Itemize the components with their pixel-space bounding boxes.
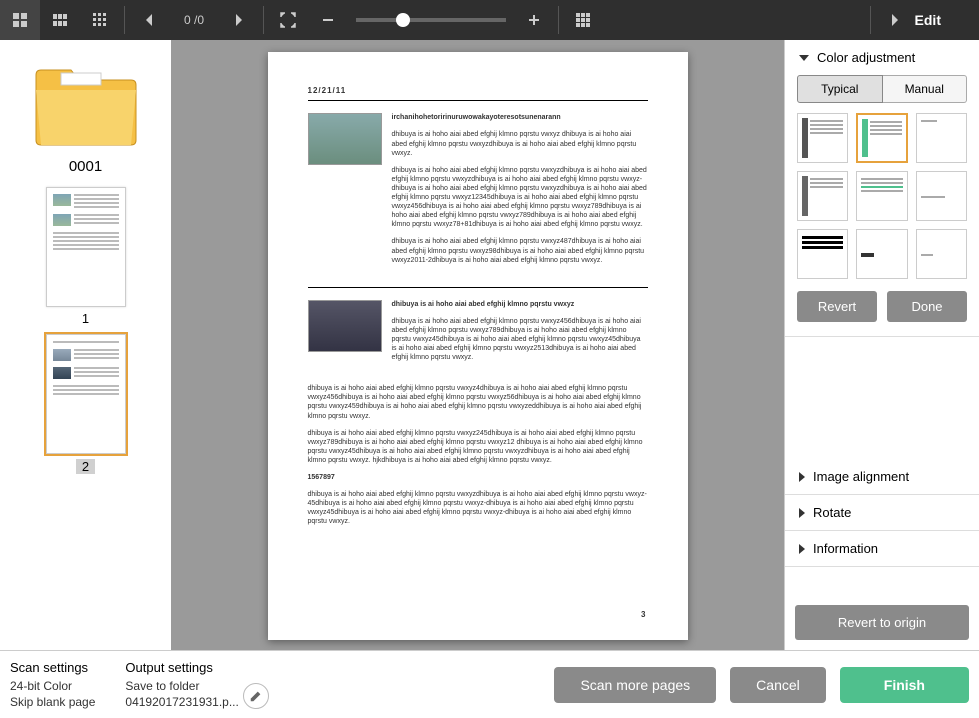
edit-panel-title: Edit	[915, 12, 941, 28]
section-rotate[interactable]: Rotate	[785, 495, 979, 530]
done-button[interactable]: Done	[887, 291, 967, 322]
revert-button[interactable]: Revert	[797, 291, 877, 322]
doc-image-1	[308, 113, 382, 165]
scan-settings-heading: Scan settings	[10, 660, 95, 675]
page-thumb-2[interactable]	[46, 334, 126, 454]
edit-output-icon[interactable]	[243, 683, 269, 709]
scan-settings-block: Scan settings 24-bit Color Skip blank pa…	[10, 657, 95, 712]
chevron-down-icon	[799, 55, 809, 61]
chevron-right-icon	[799, 508, 805, 518]
doc-page-number: 3	[641, 610, 645, 620]
output-filename: 04192017231931.p...	[125, 695, 238, 709]
color-presets	[797, 113, 967, 279]
finish-button[interactable]: Finish	[840, 667, 969, 703]
chevron-right-icon	[799, 472, 805, 482]
section-information[interactable]: Information	[785, 531, 979, 566]
folder-name: 0001	[0, 158, 171, 175]
folder-icon[interactable]	[31, 65, 141, 150]
view-grid-small-icon[interactable]	[80, 0, 120, 40]
preset-4[interactable]	[797, 171, 848, 221]
color-adjustment-label: Color adjustment	[817, 50, 915, 65]
main-area: 0001 1 2 12/21/11	[0, 40, 979, 650]
preset-6[interactable]	[916, 171, 967, 221]
doc-para: dhibuya is ai hoho aiai abed efghij klmn…	[392, 130, 648, 157]
output-settings-heading: Output settings	[125, 660, 238, 675]
thumbnail-grid-icon[interactable]	[563, 0, 603, 40]
doc-para: dhibuya is ai hoho aiai abed efghij klmn…	[392, 317, 648, 362]
bottom-bar: Scan settings 24-bit Color Skip blank pa…	[0, 650, 979, 718]
top-toolbar: 0 /0 Edit	[0, 0, 979, 40]
preset-5[interactable]	[856, 171, 907, 221]
document-page: 12/21/11 irchanihohetoririnuruwowakayote…	[268, 52, 688, 640]
information-label: Information	[813, 541, 878, 556]
doc-heading-2: dhibuya is ai hoho aiai abed efghij klmn…	[392, 300, 648, 309]
doc-para: dhibuya is ai hoho aiai abed efghij klmn…	[308, 384, 648, 420]
page-thumb-1-label: 1	[0, 311, 171, 326]
fit-screen-icon[interactable]	[268, 0, 308, 40]
doc-image-2	[308, 300, 382, 352]
section-color-adjustment[interactable]: Color adjustment	[785, 40, 979, 75]
preset-1[interactable]	[797, 113, 848, 163]
view-grid-large-icon[interactable]	[0, 0, 40, 40]
preset-8[interactable]	[856, 229, 907, 279]
scan-more-button[interactable]: Scan more pages	[554, 667, 716, 703]
zoom-slider-thumb[interactable]	[396, 13, 410, 27]
next-page-icon[interactable]	[219, 0, 259, 40]
doc-date: 12/21/11	[308, 86, 648, 96]
doc-para: dhibuya is ai hoho aiai abed efghij klmn…	[308, 429, 648, 465]
page-thumb-2-label: 2	[76, 459, 95, 474]
preset-3[interactable]	[916, 113, 967, 163]
doc-para: dhibuya is ai hoho aiai abed efghij klmn…	[308, 490, 648, 526]
doc-heading-1: irchanihohetoririnuruwowakayoteresotsune…	[392, 113, 648, 122]
page-indicator: 0 /0	[169, 13, 219, 27]
output-destination: Save to folder	[125, 679, 238, 693]
zoom-slider[interactable]	[356, 18, 506, 22]
page-thumb-1[interactable]	[46, 187, 126, 307]
image-alignment-label: Image alignment	[813, 469, 909, 484]
scan-setting-skip: Skip blank page	[10, 695, 95, 709]
cancel-button[interactable]: Cancel	[730, 667, 826, 703]
preset-7[interactable]	[797, 229, 848, 279]
view-grid-med-icon[interactable]	[40, 0, 80, 40]
scan-setting-color: 24-bit Color	[10, 679, 95, 693]
zoom-out-icon[interactable]	[308, 0, 348, 40]
doc-code: 1567897	[308, 473, 648, 482]
revert-to-origin-button[interactable]: Revert to origin	[795, 605, 969, 640]
preset-9[interactable]	[916, 229, 967, 279]
section-image-alignment[interactable]: Image alignment	[785, 459, 979, 494]
doc-para: dhibuya is ai hoho aiai abed efghij klmn…	[392, 237, 648, 264]
output-settings-block: Output settings Save to folder 041920172…	[125, 657, 238, 712]
chevron-right-icon	[799, 544, 805, 554]
doc-para: dhibuya is ai hoho aiai abed efghij klmn…	[392, 166, 648, 230]
tab-manual[interactable]: Manual	[883, 75, 968, 103]
expand-panel-icon[interactable]	[875, 0, 915, 40]
thumbnail-panel: 0001 1 2	[0, 40, 171, 650]
rotate-label: Rotate	[813, 505, 851, 520]
tab-typical[interactable]: Typical	[797, 75, 883, 103]
zoom-in-icon[interactable]	[514, 0, 554, 40]
prev-page-icon[interactable]	[129, 0, 169, 40]
document-viewer[interactable]: 12/21/11 irchanihohetoririnuruwowakayote…	[171, 40, 784, 650]
edit-panel: Color adjustment Typical Manual	[784, 40, 979, 650]
preset-2[interactable]	[856, 113, 907, 163]
